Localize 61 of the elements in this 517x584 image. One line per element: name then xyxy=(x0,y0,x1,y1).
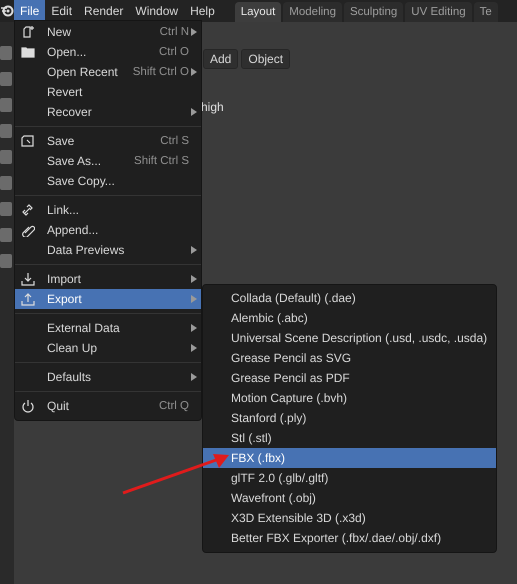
menu-item[interactable]: Grease Pencil as PDF xyxy=(203,368,496,388)
menu-item[interactable]: Open... Ctrl O xyxy=(15,42,201,62)
menubar-item[interactable]: Render xyxy=(78,0,130,22)
menu-item[interactable]: Export xyxy=(15,289,201,309)
workspace-tab[interactable]: Sculpting xyxy=(344,2,404,22)
menu-item[interactable]: Data Previews xyxy=(15,240,201,260)
import-icon xyxy=(21,272,35,286)
menu-item[interactable]: Clean Up xyxy=(15,338,201,358)
tool-icon[interactable] xyxy=(0,124,12,138)
tool-icon[interactable] xyxy=(0,202,12,216)
menubar-item[interactable]: File xyxy=(14,0,46,22)
workspace-tab[interactable]: UV Editing xyxy=(405,2,472,22)
app-logo-icon xyxy=(0,4,14,18)
workspace-tab[interactable]: Layout xyxy=(234,2,282,22)
menu-item[interactable]: Import xyxy=(15,269,201,289)
tool-icon[interactable] xyxy=(0,228,12,242)
menu-item[interactable]: Revert xyxy=(15,82,201,102)
menu-item[interactable]: Defaults xyxy=(15,367,201,387)
menu-item[interactable]: Stanford (.ply) xyxy=(203,408,496,428)
menu-item[interactable]: Open Recent Shift Ctrl O xyxy=(15,62,201,82)
menu-item[interactable]: Recover xyxy=(15,102,201,122)
workspace-tab[interactable]: Te xyxy=(474,2,498,22)
menu-item[interactable]: Grease Pencil as SVG xyxy=(203,348,496,368)
menu-item[interactable]: Better FBX Exporter (.fbx/.dae/.obj/.dxf) xyxy=(203,528,496,548)
folder-icon xyxy=(21,45,35,59)
menubar-item[interactable]: Help xyxy=(184,0,221,22)
menubar-item[interactable]: Edit xyxy=(45,0,78,22)
menu-item[interactable]: FBX (.fbx) xyxy=(203,448,496,468)
menu-item[interactable]: Wavefront (.obj) xyxy=(203,488,496,508)
menubar-item[interactable]: Window xyxy=(129,0,184,22)
power-icon xyxy=(21,399,35,413)
menu-item[interactable]: Save Ctrl S xyxy=(15,131,201,151)
tool-icon[interactable] xyxy=(0,150,12,164)
menu-item[interactable]: Link... xyxy=(15,200,201,220)
menu-item[interactable]: Stl (.stl) xyxy=(203,428,496,448)
menu-item[interactable]: glTF 2.0 (.glb/.gltf) xyxy=(203,468,496,488)
tool-icon[interactable] xyxy=(0,46,12,60)
menu-item[interactable]: Save As... Shift Ctrl S xyxy=(15,151,201,171)
header-menu-button[interactable]: Add xyxy=(203,49,238,69)
menu-item[interactable]: Alembic (.abc) xyxy=(203,308,496,328)
new-icon xyxy=(21,25,35,39)
tool-icon[interactable] xyxy=(0,98,12,112)
tool-icon[interactable] xyxy=(0,254,12,268)
save-icon xyxy=(21,134,35,148)
workspace-tab[interactable]: Modeling xyxy=(283,2,342,22)
menu-item[interactable]: Quit Ctrl Q xyxy=(15,396,201,416)
menu-item[interactable]: Motion Capture (.bvh) xyxy=(203,388,496,408)
export-icon xyxy=(21,292,35,306)
menu-item[interactable]: Universal Scene Description (.usd, .usdc, .usda) xyxy=(203,328,496,348)
menu-item[interactable]: X3D Extensible 3D (.x3d) xyxy=(203,508,496,528)
tool-icon[interactable] xyxy=(0,72,12,86)
menu-item[interactable]: New Ctrl N xyxy=(15,22,201,42)
menu-item[interactable]: Collada (Default) (.dae) xyxy=(203,288,496,308)
link-icon xyxy=(21,203,35,217)
menu-item[interactable]: Append... xyxy=(15,220,201,240)
menu-item[interactable]: External Data xyxy=(15,318,201,338)
viewport-label: high xyxy=(201,100,224,114)
menu-item[interactable]: Save Copy... xyxy=(15,171,201,191)
header-menu-button[interactable]: Object xyxy=(241,49,290,69)
clip-icon xyxy=(21,223,35,237)
tool-icon[interactable] xyxy=(0,176,12,190)
